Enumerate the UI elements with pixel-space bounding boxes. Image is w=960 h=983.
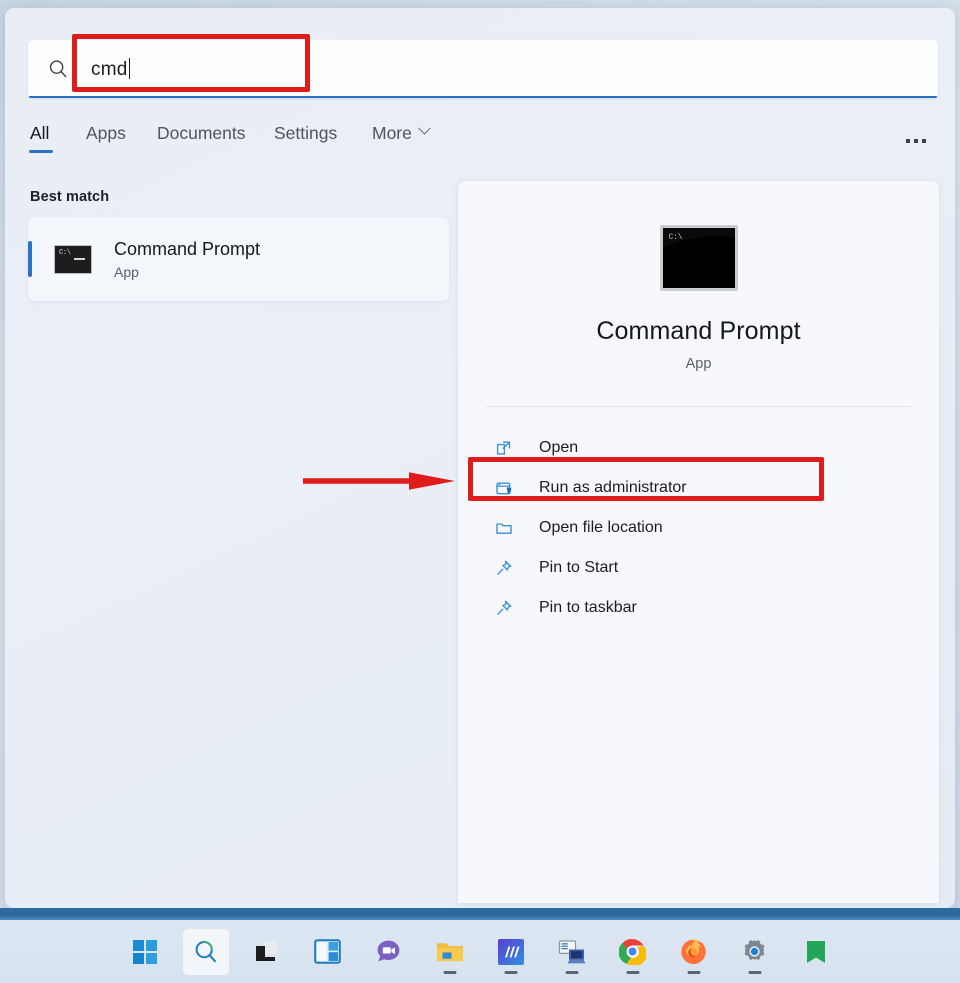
preview-app-subtitle: App xyxy=(685,356,712,372)
task-view-icon xyxy=(256,941,277,961)
tab-apps-label: Apps xyxy=(86,123,126,143)
windows-logo-icon xyxy=(132,939,157,964)
action-pin-to-taskbar-label: Pin to taskbar xyxy=(539,599,637,616)
search-icon xyxy=(195,941,216,963)
command-prompt-icon: C:\ xyxy=(659,225,738,291)
command-prompt-icon-cursor xyxy=(74,257,85,260)
search-icon xyxy=(49,60,67,78)
gear-icon xyxy=(744,939,765,961)
preview-app-title: Command Prompt xyxy=(596,317,801,345)
pin-icon xyxy=(493,557,515,579)
taskbar-file-explorer-button[interactable] xyxy=(427,929,473,975)
ellipsis-dot xyxy=(922,139,926,143)
best-match-heading: Best match xyxy=(30,189,110,205)
open-external-icon xyxy=(493,437,515,459)
taskbar xyxy=(0,920,960,983)
folder-icon xyxy=(436,942,463,961)
tab-documents[interactable]: Documents xyxy=(155,120,248,144)
action-pin-to-start-label: Pin to Start xyxy=(539,559,619,576)
tab-documents-label: Documents xyxy=(157,123,246,143)
ellipsis-dot xyxy=(906,139,910,143)
taskbar-start-button[interactable] xyxy=(122,929,168,975)
m-app-icon xyxy=(497,938,524,965)
windows-search-window: cmd All Apps Documents Settings More Bes… xyxy=(5,8,955,908)
pin-icon xyxy=(493,597,515,619)
taskbar-firefox-button[interactable] xyxy=(671,929,717,975)
app-preview-panel: C:\ Command Prompt App Open Run as admin… xyxy=(458,181,939,903)
best-match-text-group: Command Prompt App xyxy=(114,238,260,280)
filter-tabs: All Apps Documents Settings More xyxy=(28,120,938,164)
tab-more-label: More xyxy=(372,123,412,143)
command-prompt-icon-text: C:\ xyxy=(59,248,71,257)
tab-all[interactable]: All xyxy=(28,120,54,153)
taskbar-widgets-button[interactable] xyxy=(305,929,351,975)
taskbar-task-view-button[interactable] xyxy=(244,929,290,975)
preview-divider xyxy=(486,406,911,407)
action-pin-to-taskbar[interactable]: Pin to taskbar xyxy=(458,588,939,628)
tab-apps[interactable]: Apps xyxy=(84,120,128,144)
action-pin-to-start[interactable]: Pin to Start xyxy=(458,548,939,588)
ellipsis-dot xyxy=(914,139,918,143)
action-open-label: Open xyxy=(539,439,579,456)
taskbar-app-m-button[interactable] xyxy=(488,929,534,975)
taskbar-settings-button[interactable] xyxy=(732,929,778,975)
search-input-value: cmd xyxy=(91,57,130,81)
action-open-file-location[interactable]: Open file location xyxy=(458,508,939,548)
taskbar-chat-button[interactable] xyxy=(366,929,412,975)
widgets-icon xyxy=(314,939,341,964)
taskbar-green-app-button[interactable] xyxy=(793,929,839,975)
best-match-title: Command Prompt xyxy=(114,239,261,260)
command-prompt-icon: C:\ xyxy=(54,244,92,274)
tab-more[interactable]: More xyxy=(370,120,431,144)
folder-icon xyxy=(493,517,515,539)
taskbar-remote-desktop-button[interactable] xyxy=(549,929,595,975)
tab-all-label: All xyxy=(30,123,50,143)
desktop-background-strip xyxy=(0,908,960,920)
action-open[interactable]: Open xyxy=(458,428,939,468)
search-query-text: cmd xyxy=(91,58,128,80)
tab-settings-label: Settings xyxy=(274,123,338,143)
tab-settings[interactable]: Settings xyxy=(272,120,339,144)
search-input[interactable]: cmd xyxy=(28,40,938,98)
action-open-file-location-label: Open file location xyxy=(539,519,663,536)
chrome-icon xyxy=(619,939,646,965)
taskbar-search-button[interactable] xyxy=(182,928,229,975)
ellipsis-icon[interactable] xyxy=(899,128,933,154)
taskbar-chrome-button[interactable] xyxy=(610,929,656,975)
action-run-as-administrator[interactable]: Run as administrator xyxy=(458,468,939,508)
app-action-list: Open Run as administrator Open file loca… xyxy=(458,428,939,628)
chevron-down-icon xyxy=(418,121,431,135)
firefox-icon xyxy=(681,939,706,964)
text-caret xyxy=(128,57,130,79)
best-match-result-row[interactable]: C:\ Command Prompt App xyxy=(28,217,449,301)
desktop-root: cmd All Apps Documents Settings More Bes… xyxy=(0,0,960,983)
green-app-icon xyxy=(806,940,825,963)
command-prompt-icon-shade xyxy=(662,236,735,288)
best-match-subtitle: App xyxy=(114,263,139,280)
shield-window-icon xyxy=(493,477,515,499)
chat-icon xyxy=(377,940,400,962)
action-run-as-administrator-label: Run as administrator xyxy=(539,479,687,496)
remote-desktop-icon xyxy=(558,939,585,963)
